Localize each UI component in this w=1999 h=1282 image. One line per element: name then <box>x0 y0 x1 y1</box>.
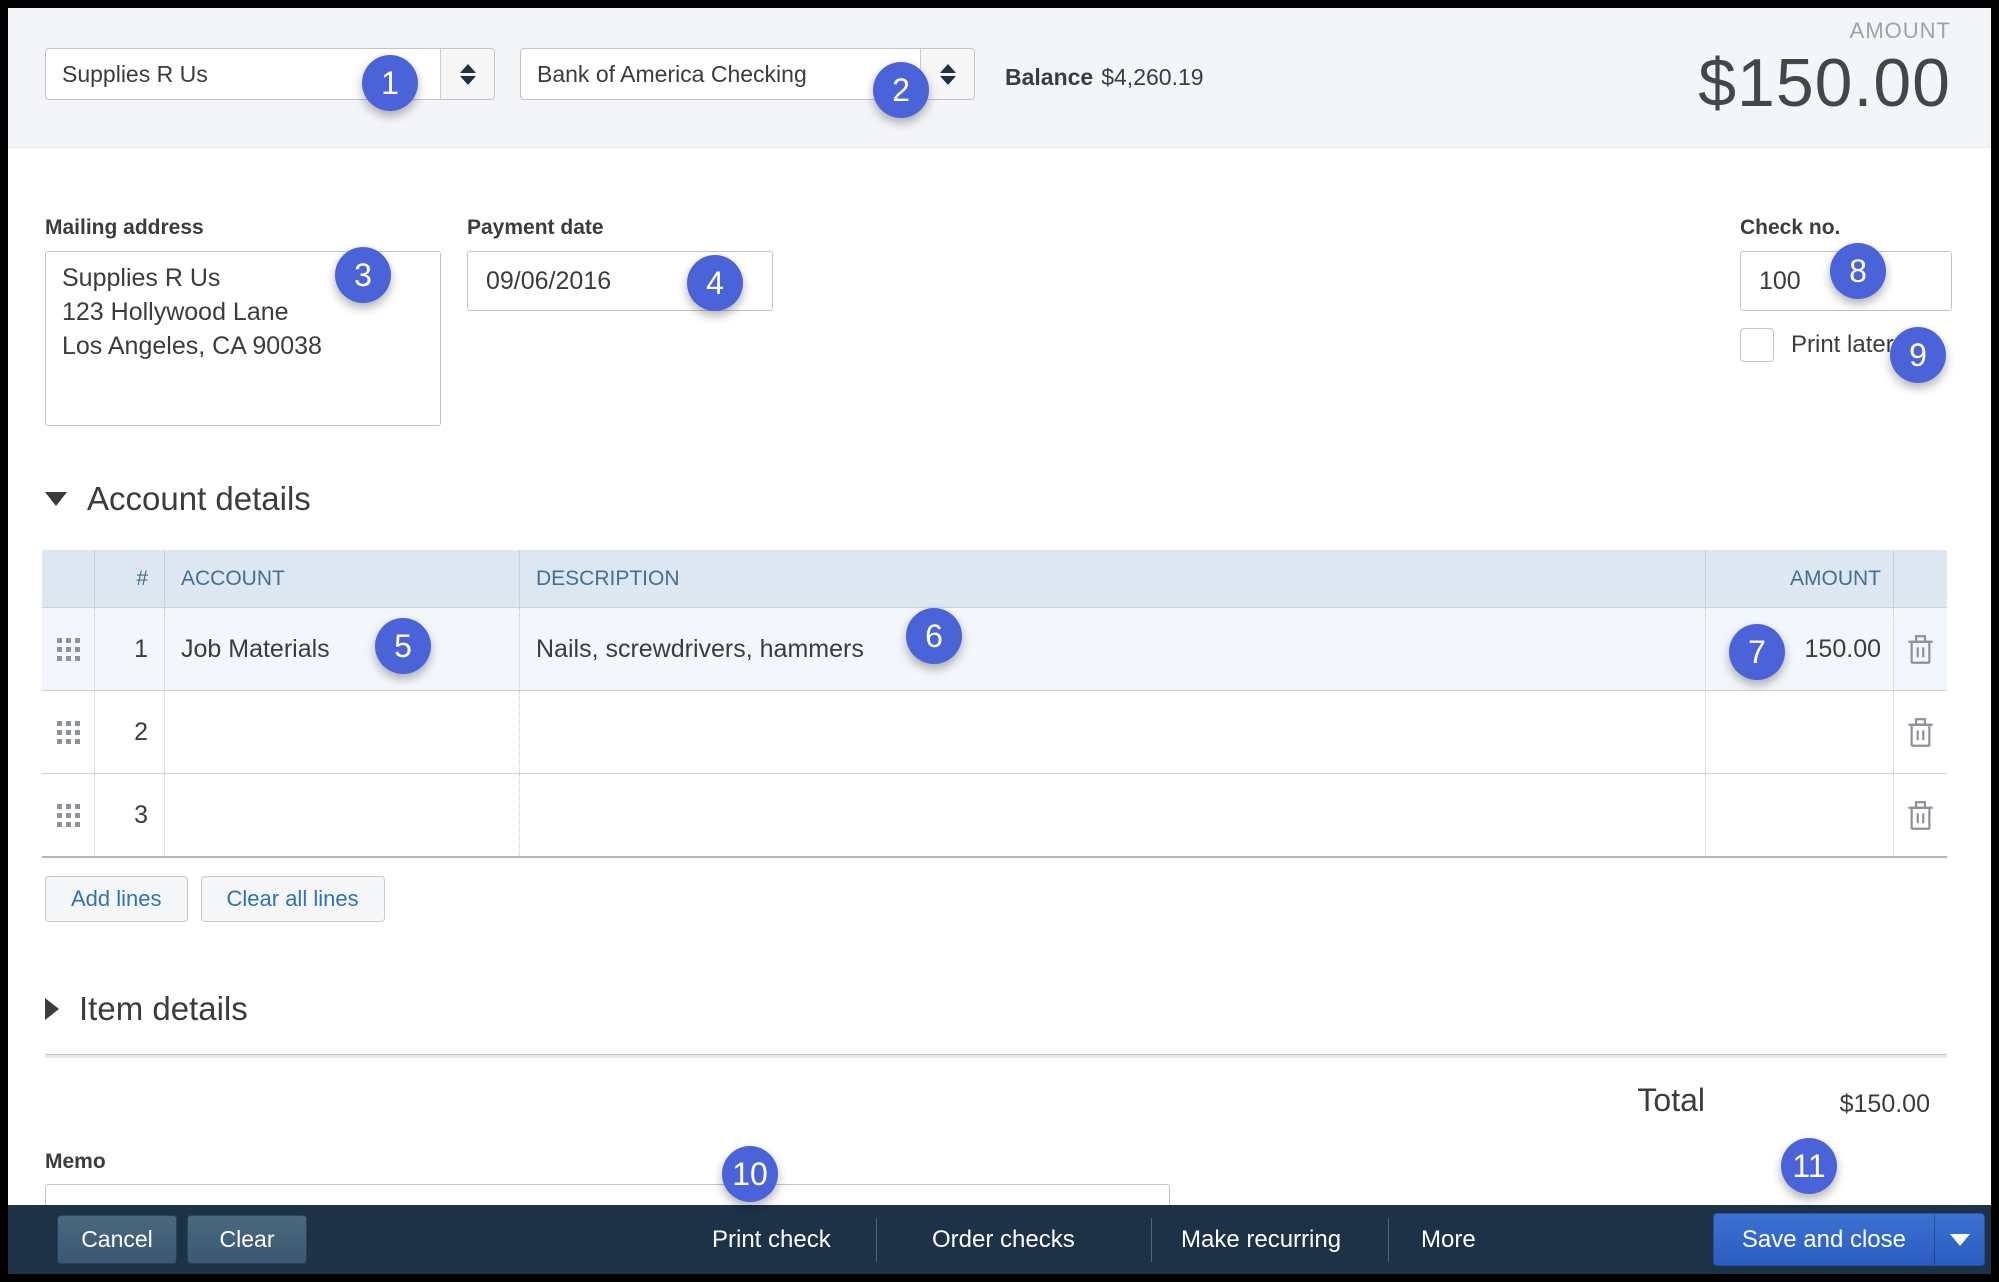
trash-column-header <box>1893 550 1947 607</box>
description-cell[interactable] <box>519 691 1705 773</box>
more-button[interactable]: More <box>1421 1205 1476 1274</box>
amount-column-header: AMOUNT <box>1705 550 1893 607</box>
line-actions: Add lines Clear all lines <box>45 876 385 922</box>
cancel-button[interactable]: Cancel <box>57 1215 177 1264</box>
balance-value: $4,260.19 <box>1101 64 1204 90</box>
item-details-title: Item details <box>79 990 248 1027</box>
account-cell[interactable] <box>164 774 519 856</box>
payment-date-value: 09/06/2016 <box>486 266 612 295</box>
clear-all-lines-button[interactable]: Clear all lines <box>200 876 385 922</box>
trash-icon <box>1908 634 1933 664</box>
drag-handle-icon[interactable] <box>42 774 94 856</box>
check-form-window: Supplies R Us Bank of America Checking B… <box>8 8 1991 1274</box>
table-row: 1 Job Materials Nails, screwdrivers, ham… <box>42 607 1947 690</box>
balance-label: Balance <box>1005 64 1094 90</box>
footer-separator <box>1151 1218 1152 1262</box>
order-checks-button[interactable]: Order checks <box>932 1205 1075 1274</box>
drag-handle-icon[interactable] <box>42 691 94 773</box>
annotation-badge-10: 10 <box>722 1146 778 1202</box>
annotation-badge-9: 9 <box>1890 327 1946 383</box>
description-column-header: DESCRIPTION <box>519 550 1705 607</box>
bank-account-value: Bank of America Checking <box>537 60 807 87</box>
save-and-close-button[interactable]: Save and close <box>1714 1214 1934 1265</box>
expand-triangle-icon <box>45 998 59 1020</box>
header-band: Supplies R Us Bank of America Checking B… <box>8 8 1991 148</box>
annotation-badge-6: 6 <box>906 608 962 664</box>
payee-select[interactable]: Supplies R Us <box>45 48 495 100</box>
amount-display: AMOUNT $150.00 <box>1698 18 1951 122</box>
account-details-table: # ACCOUNT DESCRIPTION AMOUNT 1 Job Mater… <box>42 550 1947 858</box>
account-cell[interactable]: Job Materials <box>164 608 519 690</box>
save-split-button: Save and close <box>1712 1213 1985 1266</box>
check-no-value: 100 <box>1759 266 1801 295</box>
total-label: Total <box>1637 1082 1705 1118</box>
collapse-triangle-icon <box>45 492 67 506</box>
delete-line-button[interactable] <box>1893 608 1947 690</box>
amount-cell[interactable] <box>1705 691 1893 773</box>
trash-icon <box>1908 717 1933 747</box>
row-number: 2 <box>94 691 164 773</box>
down-arrow-icon <box>459 75 476 85</box>
account-cell[interactable] <box>164 691 519 773</box>
memo-label: Memo <box>45 1150 106 1173</box>
balance-display: Balance $4,260.19 <box>1005 64 1204 91</box>
account-details-title: Account details <box>87 480 311 517</box>
annotation-badge-1: 1 <box>362 55 418 111</box>
print-later-label: Print later <box>1791 331 1894 358</box>
amount-label: AMOUNT <box>1849 18 1951 43</box>
annotation-badge-4: 4 <box>687 255 743 311</box>
row-number: 1 <box>94 608 164 690</box>
address-line: Los Angeles, CA 90038 <box>62 332 322 360</box>
row-number: 3 <box>94 774 164 856</box>
drag-column-header <box>42 550 94 607</box>
up-arrow-icon <box>459 63 476 73</box>
amount-cell[interactable] <box>1705 774 1893 856</box>
payment-date-label: Payment date <box>467 216 604 239</box>
down-arrow-icon <box>939 75 956 85</box>
annotation-badge-5: 5 <box>375 618 431 674</box>
drag-handle-icon[interactable] <box>42 608 94 690</box>
footer-separator <box>876 1218 877 1262</box>
annotation-badge-7: 7 <box>1729 624 1785 680</box>
num-column-header: # <box>94 550 164 607</box>
description-cell[interactable] <box>519 774 1705 856</box>
annotation-badge-3: 3 <box>335 247 391 303</box>
print-check-button[interactable]: Print check <box>712 1205 831 1274</box>
save-options-dropdown[interactable] <box>1934 1214 1984 1265</box>
account-details-toggle[interactable]: Account details <box>45 480 311 518</box>
footer-separator <box>1388 1218 1389 1262</box>
item-details-toggle[interactable]: Item details <box>45 990 248 1028</box>
print-later-checkbox[interactable] <box>1740 328 1774 362</box>
table-row: 2 <box>42 690 1947 773</box>
annotation-badge-11: 11 <box>1781 1138 1837 1194</box>
clear-button[interactable]: Clear <box>187 1215 307 1264</box>
table-header-row: # ACCOUNT DESCRIPTION AMOUNT <box>42 550 1947 607</box>
payee-spinner-icon[interactable] <box>440 49 494 99</box>
delete-line-button[interactable] <box>1893 774 1947 856</box>
annotation-badge-8: 8 <box>1830 243 1886 299</box>
check-no-label: Check no. <box>1740 216 1841 239</box>
annotation-badge-2: 2 <box>873 62 929 118</box>
make-recurring-button[interactable]: Make recurring <box>1181 1205 1341 1274</box>
description-cell[interactable]: Nails, screwdrivers, hammers <box>519 608 1705 690</box>
account-column-header: ACCOUNT <box>164 550 519 607</box>
up-arrow-icon <box>939 63 956 73</box>
footer-action-bar: Cancel Clear Print check Order checks Ma… <box>8 1205 1991 1274</box>
section-divider <box>45 1054 1947 1058</box>
mailing-address-label: Mailing address <box>45 216 204 239</box>
table-row: 3 <box>42 773 1947 856</box>
amount-value: $150.00 <box>1698 45 1951 121</box>
delete-line-button[interactable] <box>1893 691 1947 773</box>
trash-icon <box>1908 800 1933 830</box>
print-later-option: Print later <box>1740 328 1894 362</box>
add-lines-button[interactable]: Add lines <box>45 876 188 922</box>
total-value: $150.00 <box>1839 1090 1930 1118</box>
dropdown-arrow-icon <box>1949 1233 1970 1246</box>
